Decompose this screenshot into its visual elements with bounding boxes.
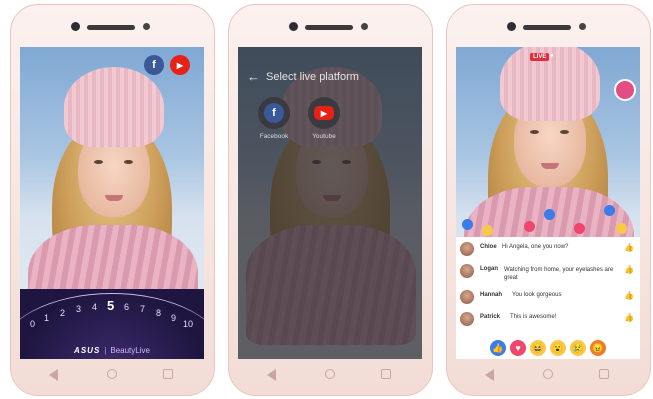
- beautylive-label: BeautyLive: [110, 346, 150, 355]
- floating-like-icon: [462, 219, 473, 230]
- comment-text: This is awesome!: [510, 314, 557, 320]
- camera-effect-button[interactable]: [614, 79, 636, 101]
- dial-tick-label: 8: [156, 308, 162, 318]
- phone-live-stream: LIVE ● Chloe Hi Angela, one you now? 👍 L…: [446, 4, 651, 396]
- back-arrow-icon[interactable]: ←: [247, 69, 260, 84]
- dial-tick-label: 4: [92, 302, 98, 312]
- floating-haha-icon: [482, 225, 493, 236]
- front-camera: [289, 22, 298, 31]
- earpiece: [523, 25, 571, 30]
- beauty-level-dial[interactable]: 0 1 2 3 4 5 6 7 8 9 10 ASUS | BeautyLive: [20, 289, 204, 359]
- comment-text: You look gorgeous: [512, 292, 562, 298]
- sensor: [579, 23, 586, 30]
- dial-tick-label: 0: [30, 319, 36, 329]
- sensor: [361, 23, 368, 30]
- commenter-name: Hannah: [480, 292, 503, 298]
- dial-tick-label-selected: 5: [107, 298, 115, 313]
- floating-like-icon: [544, 209, 555, 220]
- front-camera: [507, 22, 516, 31]
- viewer-indicator: ●: [550, 53, 554, 59]
- dial-tick-label: 7: [140, 304, 146, 314]
- back-icon[interactable]: [485, 369, 494, 381]
- comment-row: Chloe Hi Angela, one you now? 👍: [460, 241, 636, 259]
- wow-reaction-icon[interactable]: 😮: [550, 340, 566, 356]
- thumbs-up-icon[interactable]: 👍: [624, 291, 634, 300]
- commenter-name: Chloe: [480, 244, 497, 250]
- live-badge: LIVE: [530, 53, 550, 61]
- home-icon[interactable]: [325, 369, 335, 379]
- screen-title: Select live platform: [266, 71, 359, 83]
- avatar: [460, 290, 474, 304]
- commenter-name: Logan: [480, 266, 498, 272]
- dial-tick-label: 10: [183, 319, 194, 329]
- dial-tick-label: 2: [60, 308, 66, 318]
- comment-row: Patrick This is awesome! 👍: [460, 311, 636, 329]
- nav-bar: [447, 365, 650, 385]
- floating-wow-icon: [616, 223, 627, 234]
- phone-select-platform: ← Select live platform f Facebook ▶ Yout…: [228, 4, 433, 396]
- live-stream-screen: LIVE ● Chloe Hi Angela, one you now? 👍 L…: [456, 47, 640, 359]
- nav-bar: [229, 365, 432, 385]
- back-icon[interactable]: [267, 369, 276, 381]
- haha-reaction-icon[interactable]: 😆: [530, 340, 546, 356]
- commenter-name: Patrick: [480, 314, 501, 320]
- nav-bar: [11, 365, 214, 385]
- youtube-platform-button[interactable]: ▶: [308, 97, 340, 129]
- home-icon[interactable]: [543, 369, 553, 379]
- floating-love-icon: [524, 221, 535, 232]
- like-reaction-icon[interactable]: 👍: [490, 340, 506, 356]
- love-reaction-icon[interactable]: ♥: [510, 340, 526, 356]
- youtube-icon[interactable]: ▶: [170, 55, 190, 75]
- earpiece: [305, 25, 353, 30]
- front-camera: [71, 22, 80, 31]
- youtube-icon: ▶: [314, 106, 334, 120]
- angry-reaction-icon[interactable]: 😠: [590, 340, 606, 356]
- facebook-icon[interactable]: f: [144, 55, 164, 75]
- comment-row: Hannah You look gorgeous 👍: [460, 289, 636, 307]
- earpiece: [87, 25, 135, 30]
- sad-reaction-icon[interactable]: 😢: [570, 340, 586, 356]
- dial-tick-label: 9: [171, 313, 177, 323]
- asus-logo: ASUS: [74, 346, 101, 355]
- avatar: [460, 242, 474, 256]
- comment-text: Watching from home, your eyelashes are g…: [504, 267, 614, 281]
- avatar: [460, 264, 474, 278]
- dial-tick-label: 1: [44, 313, 50, 323]
- comment-panel: Chloe Hi Angela, one you now? 👍 Logan Wa…: [456, 237, 640, 359]
- facebook-icon: f: [264, 103, 284, 123]
- floating-like-icon: [604, 205, 615, 216]
- phone-beauty-live: f ▶ ⚙ 0 1 2 3 4 5 6 7 8 9 10 ASUS|Beauty…: [10, 4, 215, 396]
- facebook-label: Facebook: [259, 133, 289, 140]
- comment-row: Logan Watching from home, your eyelashes…: [460, 263, 636, 289]
- sensor: [143, 23, 150, 30]
- youtube-label: Youtube: [312, 133, 336, 140]
- beauty-camera-screen: f ▶ ⚙ 0 1 2 3 4 5 6 7 8 9 10 ASUS|Beauty…: [20, 47, 204, 359]
- dial-tick-label: 6: [124, 302, 130, 312]
- thumbs-up-icon[interactable]: 👍: [624, 265, 634, 274]
- back-icon[interactable]: [49, 369, 58, 381]
- thumbs-up-icon[interactable]: 👍: [624, 243, 634, 252]
- select-platform-screen: ← Select live platform f Facebook ▶ Yout…: [238, 47, 422, 359]
- comment-text: Hi Angela, one you now?: [502, 244, 569, 250]
- avatar: [460, 312, 474, 326]
- dial-tick-label: 3: [76, 304, 82, 314]
- floating-love-icon: [574, 223, 585, 234]
- recents-icon[interactable]: [381, 369, 391, 379]
- recents-icon[interactable]: [163, 369, 173, 379]
- home-icon[interactable]: [107, 369, 117, 379]
- facebook-platform-button[interactable]: f: [258, 97, 290, 129]
- thumbs-up-icon[interactable]: 👍: [624, 313, 634, 322]
- reaction-bar: 👍 ♥ 😆 😮 😢 😠: [456, 337, 640, 359]
- recents-icon[interactable]: [599, 369, 609, 379]
- brand-footer: ASUS | BeautyLive: [74, 346, 150, 355]
